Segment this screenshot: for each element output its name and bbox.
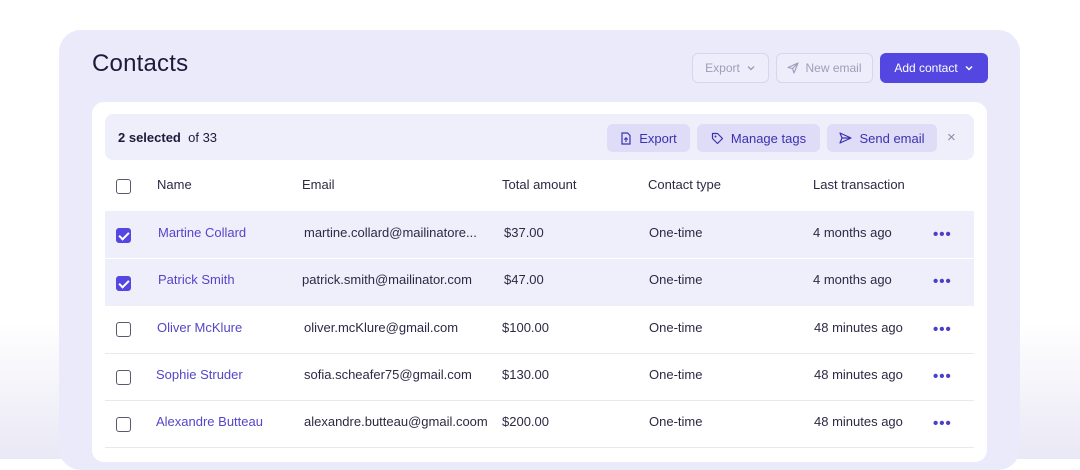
more-horizontal-icon[interactable]: •••: [933, 321, 952, 338]
chevron-down-icon: [747, 66, 755, 71]
send-icon: [839, 132, 853, 144]
column-header-contact-type[interactable]: Contact type: [648, 177, 721, 192]
contact-last-transaction: 4 months ago: [813, 225, 892, 240]
more-horizontal-icon[interactable]: •••: [933, 273, 952, 290]
contact-name-link[interactable]: Oliver McKlure: [157, 320, 242, 335]
contact-type: One-time: [649, 272, 703, 287]
contact-last-transaction: 48 minutes ago: [814, 414, 903, 429]
manage-tags-button[interactable]: Manage tags: [697, 124, 820, 152]
contact-email: alexandre.butteau@gmail.coom: [304, 414, 488, 429]
more-horizontal-icon[interactable]: •••: [933, 226, 952, 243]
bulk-export-label: Export: [639, 130, 677, 146]
contact-email: patrick.smith@mailinator.com: [302, 272, 472, 287]
chevron-down-icon: [965, 65, 973, 71]
send-email-button[interactable]: Send email: [827, 124, 937, 152]
selection-count: 2 selected of 33: [118, 130, 217, 145]
column-header-last-transaction[interactable]: Last transaction: [813, 177, 905, 192]
column-header-name[interactable]: Name: [157, 177, 192, 192]
bulk-export-button[interactable]: Export: [607, 124, 690, 152]
select-all-checkbox[interactable]: [116, 179, 131, 194]
contact-total-amount: $100.00: [502, 320, 549, 335]
paper-plane-icon: [787, 62, 800, 74]
contact-last-transaction: 48 minutes ago: [814, 320, 903, 335]
contact-email: oliver.mcKlure@gmail.com: [304, 320, 459, 335]
contact-type: One-time: [649, 414, 703, 429]
contact-type: One-time: [649, 320, 703, 335]
column-header-email[interactable]: Email: [302, 177, 335, 192]
new-email-button[interactable]: New email: [776, 53, 873, 83]
contact-last-transaction: 4 months ago: [813, 272, 892, 287]
contact-type: One-time: [649, 225, 703, 240]
row-checkbox[interactable]: [116, 417, 131, 432]
contact-total-amount: $47.00: [504, 272, 544, 287]
new-email-label: New email: [805, 61, 862, 75]
selected-count: 2 selected: [118, 130, 181, 145]
add-contact-button[interactable]: Add contact: [880, 53, 988, 83]
contact-total-amount: $130.00: [502, 367, 549, 382]
contact-name-link[interactable]: Patrick Smith: [158, 272, 235, 287]
table-bottom-divider: [105, 447, 974, 448]
tag-icon: [711, 132, 724, 144]
contact-type: One-time: [649, 367, 703, 382]
send-email-label: Send email: [859, 130, 925, 146]
row-checkbox[interactable]: [116, 228, 131, 243]
manage-tags-label: Manage tags: [730, 130, 807, 146]
more-horizontal-icon[interactable]: •••: [933, 415, 952, 432]
export-label: Export: [705, 61, 740, 75]
column-header-total-amount[interactable]: Total amount: [502, 177, 576, 192]
more-horizontal-icon[interactable]: •••: [933, 368, 952, 385]
contact-name-link[interactable]: Martine Collard: [158, 225, 246, 240]
contact-total-amount: $37.00: [504, 225, 544, 240]
contact-email: martine.collard@mailinatore...: [304, 225, 477, 240]
total-count: of 33: [188, 130, 218, 145]
page-title: Contacts: [92, 50, 189, 77]
file-export-icon: [621, 131, 631, 145]
add-contact-label: Add contact: [894, 61, 958, 75]
contact-email: sofia.scheafer75@gmail.com: [304, 367, 472, 382]
contact-name-link[interactable]: Sophie Struder: [156, 367, 243, 382]
row-checkbox[interactable]: [116, 370, 131, 385]
contact-total-amount: $200.00: [502, 414, 549, 429]
close-icon[interactable]: ×: [947, 129, 956, 146]
contact-name-link[interactable]: Alexandre Butteau: [156, 414, 263, 429]
row-checkbox[interactable]: [116, 322, 131, 337]
export-dropdown-button[interactable]: Export: [692, 53, 769, 83]
contact-last-transaction: 48 minutes ago: [814, 367, 903, 382]
row-checkbox[interactable]: [116, 276, 131, 291]
